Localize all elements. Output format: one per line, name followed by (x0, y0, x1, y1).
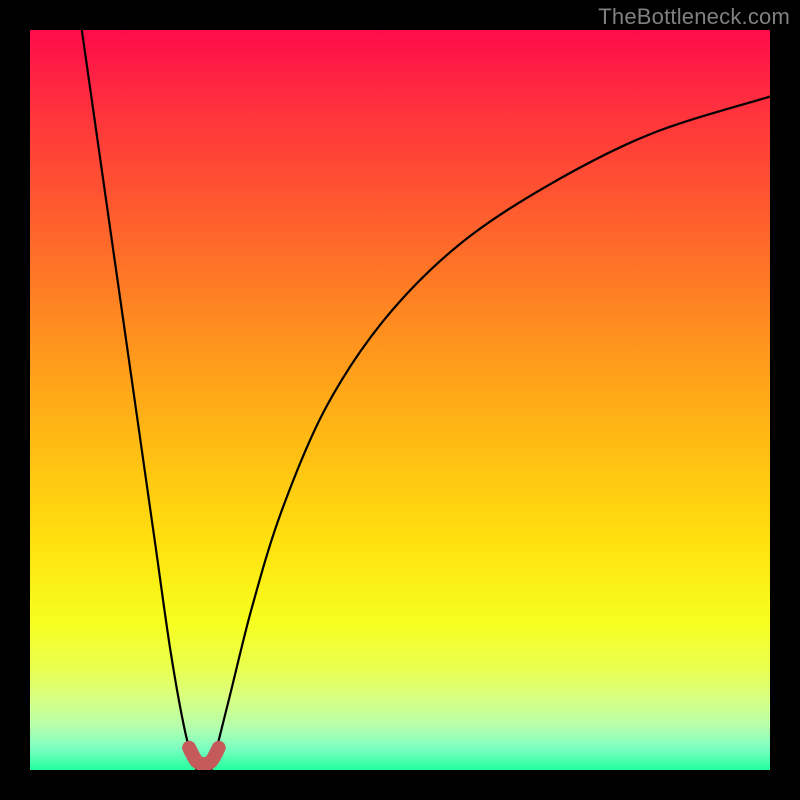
right-curve-path (211, 97, 770, 770)
watermark-text: TheBottleneck.com (598, 4, 790, 30)
bump-marker-path (189, 748, 219, 764)
chart-plot-area (30, 30, 770, 770)
chart-svg (30, 30, 770, 770)
left-curve-path (82, 30, 197, 770)
